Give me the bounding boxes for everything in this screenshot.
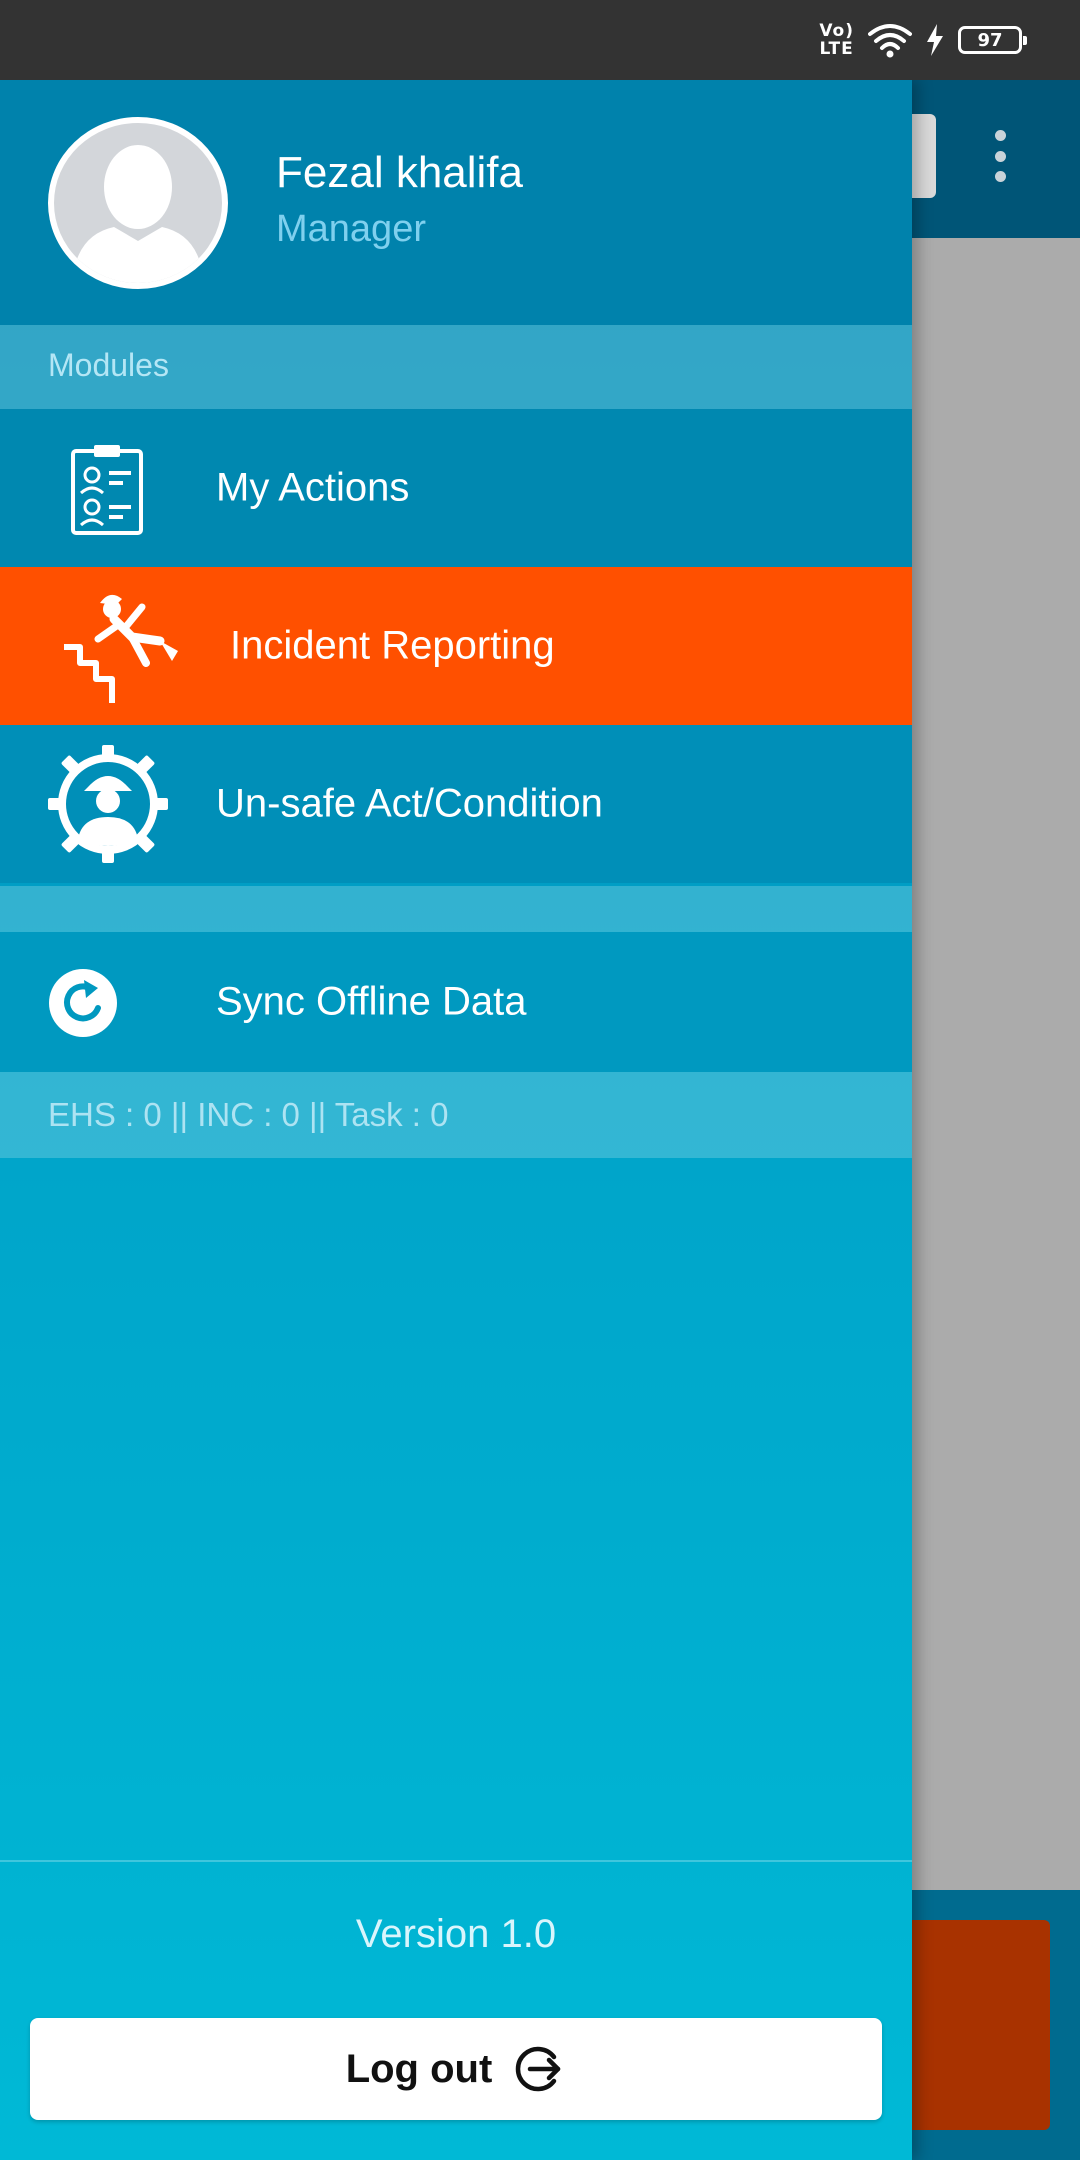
logout-button[interactable]: Log out <box>30 2018 882 2120</box>
user-role: Manager <box>276 208 426 250</box>
worker-gear-icon <box>48 745 168 863</box>
user-name: Fezal khalifa <box>276 148 524 197</box>
default-user-icon <box>72 145 204 283</box>
offline-counts: EHS : 0 || INC : 0 || Task : 0 <box>0 1072 912 1158</box>
background-card[interactable] <box>900 1920 1050 2130</box>
profile-header: Fezal khalifa Manager <box>0 80 912 325</box>
menu-divider-band <box>0 886 912 932</box>
clipboard-workers-icon <box>71 445 143 535</box>
menu-item-label: Un-safe Act/Condition <box>216 781 603 826</box>
logout-label: Log out <box>345 2046 493 2091</box>
navigation-drawer: Fezal khalifa Manager Modules My Actions <box>0 80 912 2160</box>
footer-divider <box>0 1860 912 1862</box>
menu-item-my-actions[interactable]: My Actions <box>0 409 912 567</box>
modules-section-header: Modules <box>0 325 912 409</box>
wifi-icon <box>868 24 912 58</box>
menu-item-label: My Actions <box>216 465 410 510</box>
sync-label: Sync Offline Data <box>216 979 527 1024</box>
charging-bolt-icon <box>927 24 943 56</box>
avatar <box>48 117 228 289</box>
sync-icon <box>49 969 117 1037</box>
volte-indicator: Vo) LTE <box>819 21 854 59</box>
sync-offline-data-button[interactable]: Sync Offline Data <box>0 932 912 1072</box>
battery-level: 97 <box>977 29 1003 51</box>
logout-icon <box>516 2046 561 2092</box>
modules-label: Modules <box>48 347 169 383</box>
battery-icon: 97 <box>958 26 1027 54</box>
status-bar: Vo) LTE 97 <box>0 0 1080 80</box>
falling-person-stairs-icon <box>64 594 178 703</box>
overflow-menu-icon[interactable] <box>985 130 1015 182</box>
menu-item-label: Incident Reporting <box>230 623 555 668</box>
status-icons: Vo) LTE 97 <box>819 18 1027 62</box>
offline-counts-text: EHS : 0 || INC : 0 || Task : 0 <box>48 1096 449 1133</box>
menu-item-incident-reporting[interactable]: Incident Reporting <box>0 567 912 725</box>
app-version: Version 1.0 <box>355 1912 557 1956</box>
menu-item-unsafe-act[interactable]: Un-safe Act/Condition <box>0 725 912 883</box>
